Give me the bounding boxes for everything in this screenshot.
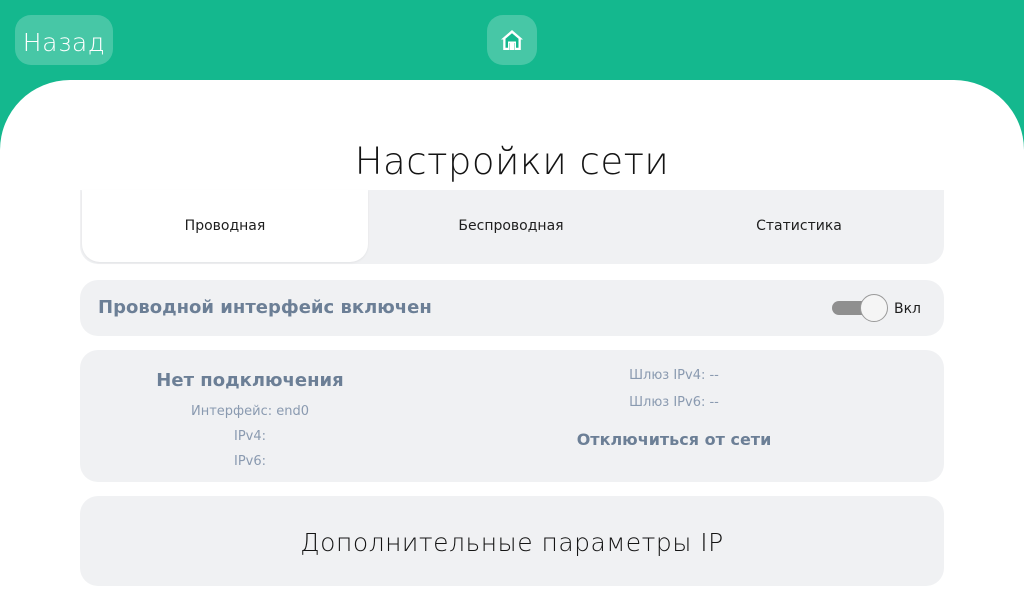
gateway-ipv4: Шлюз IPv4: --: [629, 368, 719, 383]
wired-toggle-card: Проводной интерфейс включен Вкл: [80, 280, 944, 336]
switch-knob: [860, 294, 888, 322]
switch-state-text: Вкл: [894, 301, 922, 317]
connection-status-title: Нет подключения: [156, 370, 344, 391]
back-button[interactable]: Назад: [15, 15, 113, 65]
app-window: Назад Настройки сети Проводная Беспровод…: [0, 0, 1024, 600]
gateway-info: Шлюз IPv4: -- Шлюз IPv6: -- Отключиться …: [574, 362, 774, 449]
ipv4-info: IPv4:: [233, 429, 267, 444]
extra-ip-settings-label: Дополнительные параметры IP: [300, 528, 724, 557]
page-title: Настройки сети: [354, 140, 670, 183]
gateway-ipv6: Шлюз IPv6: --: [629, 395, 719, 410]
tab-statistics[interactable]: Статистика: [656, 190, 942, 262]
wired-toggle-label: Проводной интерфейс включен: [98, 297, 432, 318]
connection-info: Нет подключения Интерфейс: end0 IPv4: IP…: [150, 370, 350, 474]
extra-ip-settings-button[interactable]: Дополнительные параметры IP: [80, 496, 944, 586]
tab-wired[interactable]: Проводная: [82, 190, 368, 262]
tab-wireless[interactable]: Беспроводная: [368, 190, 654, 262]
ipv6-info: IPv6:: [233, 454, 267, 469]
disconnect-button[interactable]: Отключиться от сети: [574, 430, 774, 449]
wired-toggle-switch[interactable]: [832, 294, 888, 322]
home-icon: [500, 29, 524, 51]
interface-info: Интерфейс: end0: [190, 404, 310, 419]
content-panel: Настройки сети Проводная Беспроводная Ст…: [0, 80, 1024, 600]
home-button[interactable]: [487, 15, 537, 65]
tab-bar: Проводная Беспроводная Статистика: [80, 190, 944, 264]
connection-status-card: Нет подключения Интерфейс: end0 IPv4: IP…: [80, 350, 944, 482]
